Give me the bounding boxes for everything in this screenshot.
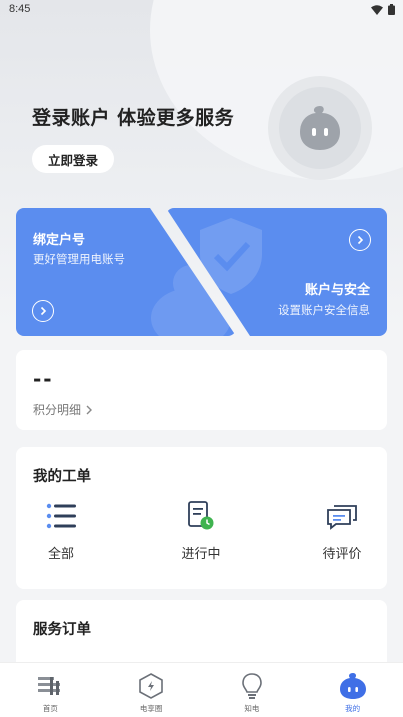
account-security-title: 账户与安全	[304, 283, 370, 298]
account-security-subtitle: 设置账户安全信息	[278, 303, 370, 317]
status-time: 8:45	[9, 3, 31, 15]
quick-cards: 绑定户号 更好管理用电账号 账户与安全 设置账户安全信息	[16, 208, 387, 336]
tab-mine-label: 我的	[345, 704, 361, 713]
bind-account-title: 绑定户号	[33, 233, 86, 248]
tab-knowledge-label: 知电	[244, 704, 260, 713]
points-detail-link[interactable]: 积分明细	[33, 401, 93, 418]
battery-icon	[388, 4, 395, 15]
document-clock-icon	[184, 499, 218, 533]
status-bar: 8:45	[0, 0, 403, 20]
mascot-avatar-icon	[300, 106, 340, 150]
tab-knowledge[interactable]: 知电	[202, 663, 303, 717]
avatar[interactable]	[279, 87, 361, 169]
status-icons	[371, 4, 395, 15]
hexagon-icon	[136, 671, 166, 701]
bind-account-subtitle: 更好管理用电账号	[33, 252, 125, 266]
shield-icon	[200, 218, 262, 294]
chevron-right-icon	[86, 405, 93, 414]
work-order-all[interactable]: 全部	[16, 499, 106, 562]
work-order-in-progress[interactable]: 进行中	[156, 499, 246, 562]
work-order-in-progress-label: 进行中	[181, 547, 221, 562]
tab-home[interactable]: 首页	[0, 663, 101, 717]
bottom-tab-bar: 首页 电享圈 知电 我的	[0, 662, 403, 717]
work-order-all-label: 全部	[47, 547, 74, 562]
points-detail-label: 积分明细	[33, 403, 82, 417]
bind-account-arrow-icon[interactable]	[32, 300, 54, 322]
work-orders-panel: 我的工单 全部 进行中 待评价	[16, 447, 387, 589]
work-order-pending-review[interactable]: 待评价	[297, 499, 387, 562]
mascot-icon	[338, 671, 368, 701]
points-panel: -- 积分明细	[16, 350, 387, 430]
tab-home-label: 首页	[42, 704, 58, 713]
account-security-arrow-icon[interactable]	[349, 229, 371, 251]
service-orders-title: 服务订单	[33, 622, 91, 638]
work-orders-title: 我的工单	[33, 469, 91, 485]
tab-mine[interactable]: 我的	[302, 663, 403, 717]
home-icon	[35, 671, 65, 701]
tab-circle[interactable]: 电享圈	[101, 663, 202, 717]
wifi-icon	[371, 4, 383, 15]
points-value: --	[33, 367, 54, 391]
login-prompt-title: 登录账户 体验更多服务	[32, 107, 235, 129]
bulb-icon	[237, 671, 267, 701]
list-icon	[44, 499, 78, 533]
tab-circle-label: 电享圈	[139, 704, 163, 713]
work-order-pending-review-label: 待评价	[322, 547, 362, 562]
login-button[interactable]: 立即登录	[32, 145, 114, 173]
chat-icon	[325, 499, 359, 533]
